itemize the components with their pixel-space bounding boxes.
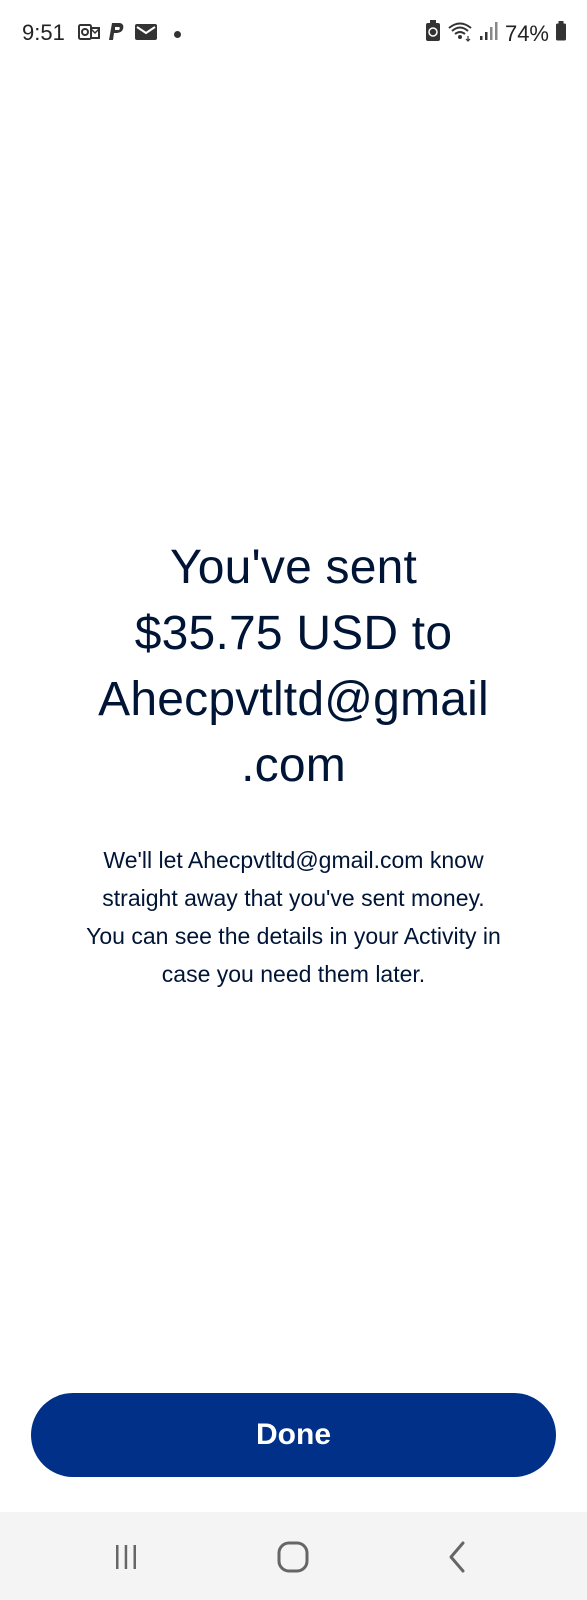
- message-line: We'll let Ahecpvtltd@gmail.com know: [103, 847, 484, 873]
- home-icon[interactable]: [263, 1532, 323, 1582]
- mail-icon: [134, 22, 158, 47]
- navigation-bar: [0, 1512, 587, 1600]
- status-time: 9:51: [22, 20, 65, 45]
- paypal-icon: [108, 22, 126, 47]
- done-button[interactable]: Done: [31, 1393, 556, 1477]
- confirmation-content: You've sent $35.75 USD to Ahecpvtltd@gma…: [0, 535, 587, 993]
- recent-apps-icon[interactable]: [96, 1532, 156, 1582]
- battery-icon: [555, 20, 567, 47]
- payment-sent-screen: 9:51 74% You've sent $35.75 USD to Ahecp…: [0, 0, 587, 1600]
- notification-dot-icon: [174, 31, 181, 38]
- battery-saver-icon: [425, 20, 441, 47]
- confirmation-message: We'll let Ahecpvtltd@gmail.com know stra…: [39, 841, 549, 993]
- headline-line: .com: [241, 739, 346, 792]
- outlook-icon: [78, 22, 100, 47]
- status-bar: 9:51 74%: [0, 0, 587, 70]
- message-line: case you need them later.: [161, 961, 426, 987]
- signal-icon: [479, 20, 499, 47]
- battery-percent: 74%: [504, 20, 549, 46]
- back-icon[interactable]: [428, 1532, 488, 1582]
- status-notification-icons: [78, 22, 181, 47]
- headline-line: You've sent: [169, 541, 418, 594]
- wifi-icon: [447, 20, 473, 47]
- confirmation-headline: You've sent $35.75 USD to Ahecpvtltd@gma…: [44, 535, 544, 799]
- message-line: You can see the details in your Activity…: [86, 923, 501, 949]
- headline-line: $35.75 USD to: [134, 607, 453, 660]
- message-line: straight away that you've sent money.: [102, 885, 485, 911]
- headline-line: Ahecpvtltd@gmail: [98, 673, 489, 726]
- status-system-icons: 74%: [425, 20, 567, 47]
